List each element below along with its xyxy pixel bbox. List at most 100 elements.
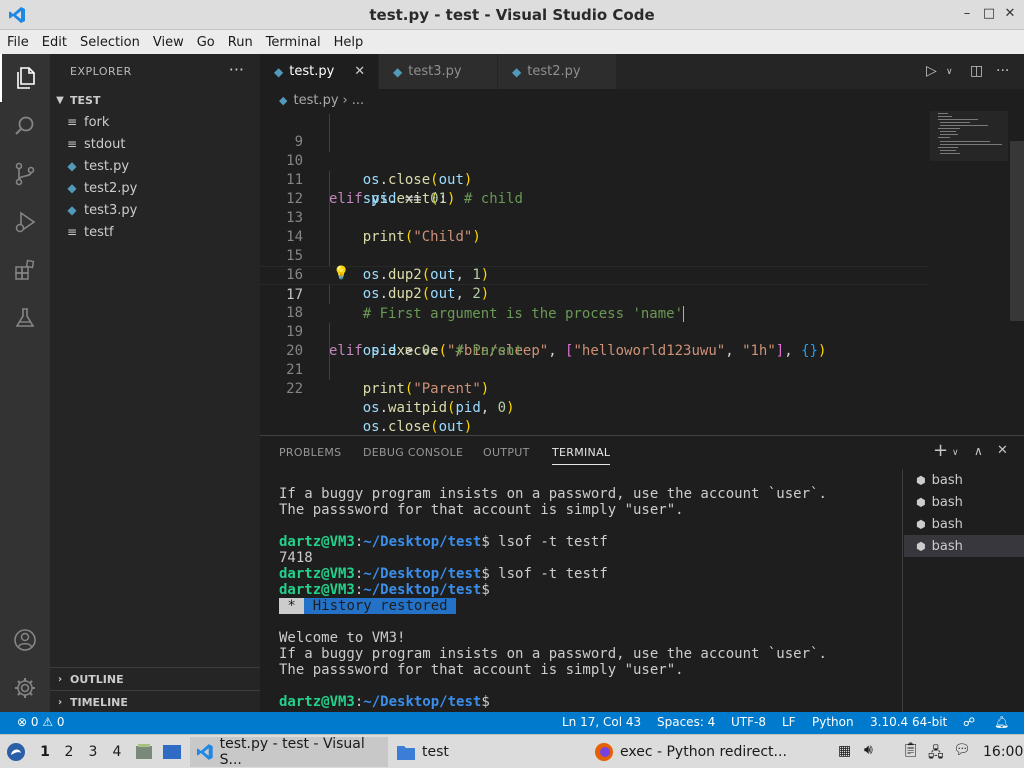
encoding-status[interactable]: UTF-8: [731, 715, 766, 729]
more-editor-actions-icon[interactable]: ···: [996, 63, 1009, 79]
terminal-item-bash-active[interactable]: ⬢ bash: [904, 535, 1024, 557]
lightbulb-icon[interactable]: 💡: [333, 266, 349, 281]
file-name: fork: [84, 114, 110, 130]
file-item-test3-py[interactable]: ◆ test3.py: [50, 199, 260, 221]
tab-label: test3.py: [408, 64, 462, 79]
editor-scrollbar[interactable]: [1010, 111, 1024, 435]
accounts-icon[interactable]: [0, 616, 50, 664]
menu-run[interactable]: Run: [228, 35, 253, 50]
menu-selection[interactable]: Selection: [80, 35, 140, 50]
tab-debug-console[interactable]: DEBUG CONSOLE: [363, 446, 463, 459]
timeline-section[interactable]: › TIMELINE: [50, 691, 260, 713]
window-title: test.py - test - Visual Studio Code: [369, 6, 655, 24]
volume-icon[interactable]: ▦: [838, 743, 851, 759]
close-button[interactable]: ✕: [1002, 6, 1018, 22]
terminal-item-bash[interactable]: ⬢ bash: [904, 469, 1024, 491]
extensions-icon[interactable]: [0, 246, 50, 294]
menu-view[interactable]: View: [153, 35, 184, 50]
workspace-4[interactable]: 4: [108, 744, 126, 760]
more-actions-icon[interactable]: ···: [229, 60, 244, 79]
breadcrumb-rest[interactable]: ...: [352, 93, 364, 108]
folder-section-test[interactable]: ▼ TEST: [50, 89, 260, 111]
run-dropdown-chevron-icon[interactable]: ∨: [946, 67, 953, 77]
menu-help[interactable]: Help: [334, 35, 364, 50]
code-line-current: 17 # First argument is the process 'name…: [260, 266, 928, 322]
close-tab-icon[interactable]: ✕: [354, 64, 365, 79]
prompt-path: ~/Desktop/test: [363, 582, 482, 598]
code-line: 21 os.waitpid(pid, 0): [260, 342, 928, 416]
terminal-icon: ⬢: [916, 517, 926, 531]
run-debug-icon[interactable]: [0, 198, 50, 246]
workspace-3[interactable]: 3: [84, 744, 102, 760]
history-restored-text: History restored: [304, 598, 457, 614]
tab-test-py[interactable]: ◆ test.py ✕: [260, 54, 378, 89]
testing-icon[interactable]: [0, 294, 50, 342]
speaker-icon[interactable]: 🔊︎: [864, 742, 873, 758]
taskbar-window-firefox[interactable]: exec - Python redirect...: [590, 737, 790, 767]
taskbar-window-test[interactable]: test: [392, 737, 482, 767]
source-control-icon[interactable]: [0, 150, 50, 198]
tab-terminal[interactable]: TERMINAL: [552, 446, 611, 465]
show-desktop-icon[interactable]: [162, 742, 182, 762]
file-item-fork[interactable]: ≡ fork: [50, 111, 260, 133]
maximize-panel-icon[interactable]: ∧: [974, 444, 983, 458]
explorer-icon[interactable]: [0, 54, 50, 102]
start-menu-icon[interactable]: [6, 742, 26, 762]
run-python-file-icon[interactable]: ▷: [926, 63, 937, 79]
interpreter-status[interactable]: 3.10.4 64-bit: [870, 715, 947, 729]
file-item-test2-py[interactable]: ◆ test2.py: [50, 177, 260, 199]
tab-output[interactable]: OUTPUT: [483, 446, 530, 459]
problems-status[interactable]: ⊗ 0 ⚠ 0: [17, 715, 65, 729]
manage-gear-icon[interactable]: [0, 664, 50, 712]
chat-icon[interactable]: 💬︎: [953, 742, 971, 758]
python-file-icon: ◆: [67, 181, 77, 195]
menu-go[interactable]: Go: [197, 35, 215, 50]
workspace-1[interactable]: 1: [36, 744, 54, 760]
workspace-2[interactable]: 2: [60, 744, 78, 760]
tab-label: test.py: [289, 64, 335, 79]
minimap[interactable]: [930, 111, 1008, 161]
feedback-icon[interactable]: ☍: [963, 715, 975, 729]
file-item-test-py[interactable]: ◆ test.py: [50, 155, 260, 177]
outline-section[interactable]: › OUTLINE: [50, 668, 260, 690]
menu-file[interactable]: File: [7, 35, 29, 50]
code-line: 22 os.close(out): [260, 361, 928, 435]
tab-problems[interactable]: PROBLEMS: [279, 446, 341, 459]
breadcrumb-file[interactable]: test.py: [293, 93, 338, 108]
terminal-item-bash[interactable]: ⬢ bash: [904, 513, 1024, 535]
clipboard-icon[interactable]: 📋︎: [902, 742, 920, 758]
menu-terminal[interactable]: Terminal: [266, 35, 321, 50]
terminal-item-bash[interactable]: ⬢ bash: [904, 491, 1024, 513]
code-editor[interactable]: 9 os.close(out) 10 sys.exit(1) 11 elif p…: [260, 111, 1024, 435]
taskbar-window-vscode[interactable]: test.py - test - Visual S...: [190, 736, 388, 768]
text-file-icon: ≡: [66, 115, 78, 129]
new-terminal-icon[interactable]: +: [933, 440, 948, 461]
notifications-bell-icon[interactable]: 🔔︎: [994, 715, 1009, 729]
window-label: exec - Python redirect...: [620, 744, 787, 760]
bottom-panel: PROBLEMS DEBUG CONSOLE OUTPUT TERMINAL +…: [260, 435, 1024, 713]
eol-status[interactable]: LF: [782, 715, 796, 729]
file-name: stdout: [84, 136, 126, 152]
language-status[interactable]: Python: [812, 715, 854, 729]
terminal-dropdown-chevron-icon[interactable]: ∨: [952, 448, 959, 458]
cursor-position-status[interactable]: Ln 17, Col 43: [562, 715, 641, 729]
tab-test3-py[interactable]: ◆ test3.py: [379, 54, 497, 89]
terminal-line: If a buggy program insists on a password…: [279, 646, 827, 662]
split-editor-icon[interactable]: ◫: [970, 63, 983, 79]
clock[interactable]: 16:00: [983, 744, 1023, 760]
terminal-output[interactable]: If a buggy program insists on a password…: [279, 486, 827, 710]
file-manager-launcher-icon[interactable]: [134, 742, 154, 762]
file-item-stdout[interactable]: ≡ stdout: [50, 133, 260, 155]
terminal-line: The passsword for that account is simply…: [279, 502, 684, 518]
terminal-line: If a buggy program insists on a password…: [279, 486, 827, 502]
indentation-status[interactable]: Spaces: 4: [657, 715, 715, 729]
network-icon[interactable]: 🖧: [928, 742, 944, 766]
tab-test2-py[interactable]: ◆ test2.py: [498, 54, 616, 89]
menu-edit[interactable]: Edit: [42, 35, 67, 50]
scrollbar-thumb[interactable]: [1010, 141, 1024, 321]
close-panel-icon[interactable]: ✕: [997, 443, 1008, 458]
maximize-button[interactable]: □: [981, 6, 997, 22]
search-icon[interactable]: [0, 102, 50, 150]
minimize-button[interactable]: –: [959, 6, 975, 22]
file-item-testf[interactable]: ≡ testf: [50, 221, 260, 243]
